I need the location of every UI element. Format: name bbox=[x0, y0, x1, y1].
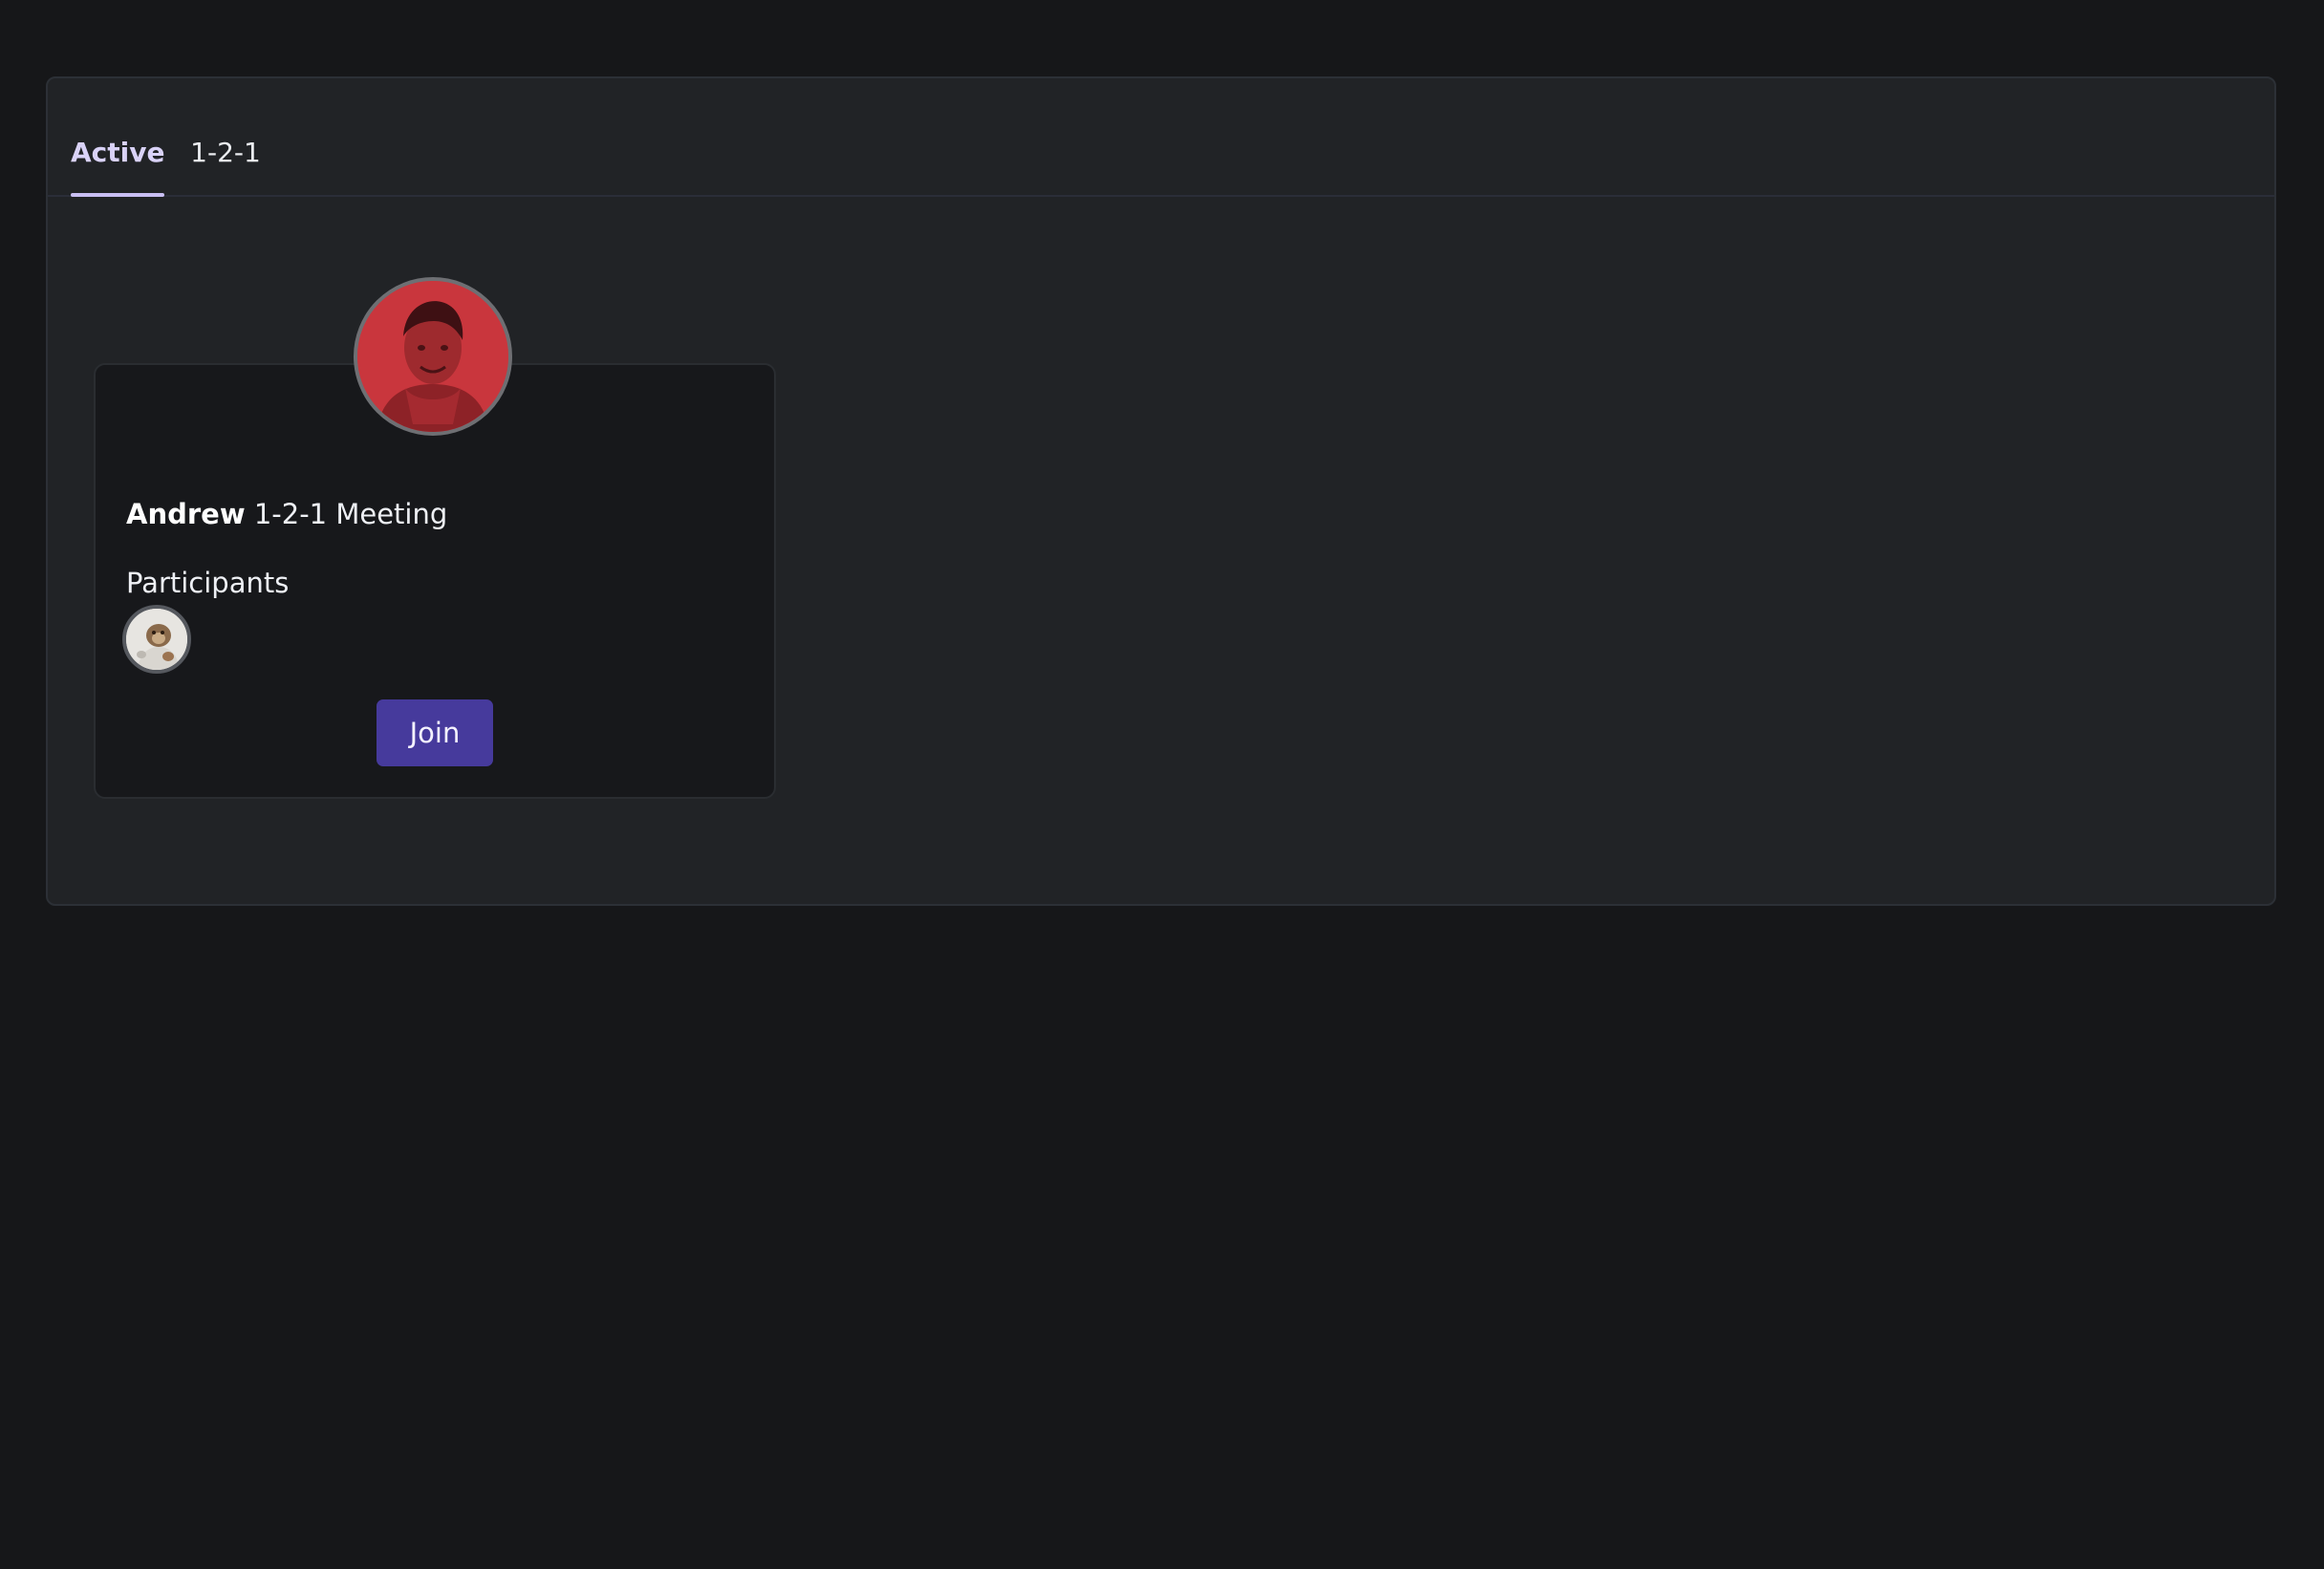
participants-label: Participants bbox=[126, 567, 290, 599]
tab-1-2-1[interactable]: 1-2-1 bbox=[187, 132, 264, 195]
host-name: Andrew bbox=[126, 498, 246, 530]
person-photo-icon bbox=[357, 281, 508, 432]
host-avatar bbox=[354, 277, 512, 436]
participant-avatar[interactable] bbox=[122, 605, 191, 674]
tab-active[interactable]: Active bbox=[71, 132, 165, 197]
meeting-type: 1-2-1 Meeting bbox=[253, 498, 448, 530]
participant-photo-icon bbox=[126, 609, 187, 670]
join-button[interactable]: Join bbox=[377, 699, 493, 766]
tab-bar: Active 1-2-1 bbox=[48, 78, 2274, 197]
meeting-title: Andrew 1-2-1 Meeting bbox=[126, 495, 447, 533]
